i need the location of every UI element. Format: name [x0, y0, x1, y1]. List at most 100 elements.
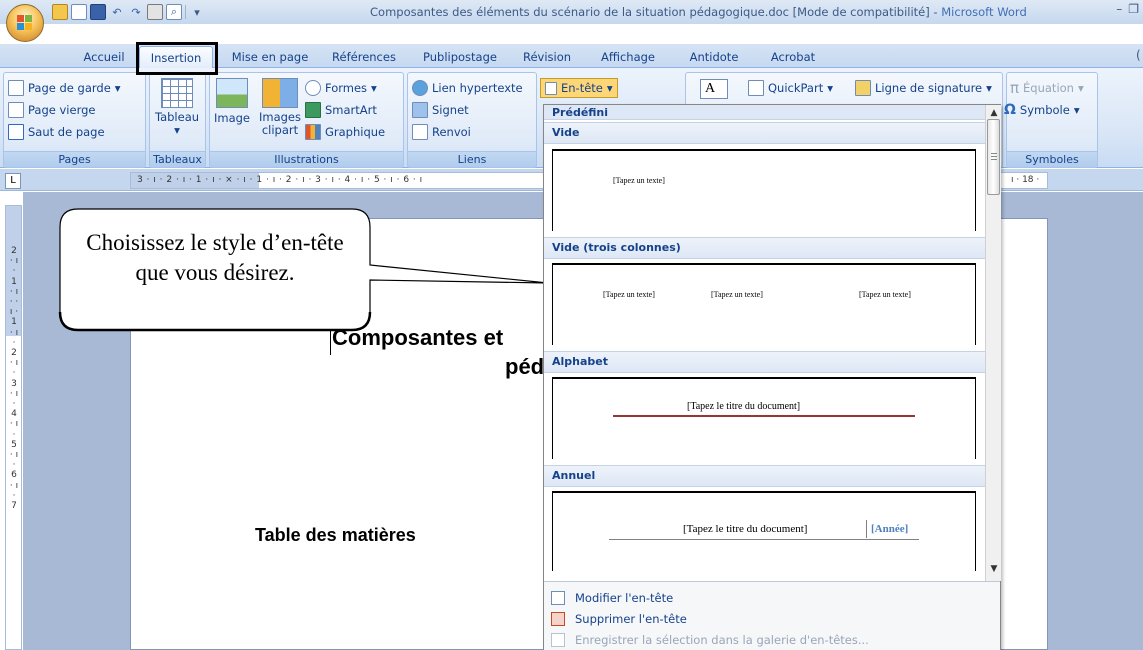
cross-reference-button[interactable]: Renvoi	[412, 122, 471, 142]
group-liens-label: Liens	[408, 151, 536, 167]
cover-page-button[interactable]: Page de garde ▾	[8, 78, 121, 98]
header-option-trois-colonnes[interactable]: [Tapez un texte] [Tapez un texte] [Tapez…	[552, 263, 976, 345]
gallery-scrollbar[interactable]: ▲ ▼	[985, 105, 1001, 581]
image-button[interactable]: Image	[212, 78, 252, 125]
alphabet-rule	[613, 415, 915, 417]
scroll-down-icon[interactable]: ▼	[988, 563, 1000, 575]
header-option-annuel[interactable]: [Tapez le titre du document] [Année]	[552, 491, 976, 571]
gallery-category-trois-colonnes: Vide (trois colonnes)	[544, 237, 985, 259]
tab-insertion[interactable]: Insertion	[139, 46, 213, 68]
window-title: Composantes des éléments du scénario de …	[370, 5, 1027, 19]
restore-icon[interactable]: ❐	[1128, 2, 1139, 16]
header-gallery-dropdown: Prédéfini Vide [Tapez un texte] Vide (tr…	[543, 104, 1001, 650]
gallery-category-annuel: Annuel	[544, 465, 985, 487]
scroll-up-icon[interactable]: ▲	[988, 107, 1000, 119]
bookmark-icon	[412, 102, 428, 118]
new-document-icon[interactable]	[71, 4, 87, 20]
blank-page-icon	[8, 102, 24, 118]
tab-antidote[interactable]: Antidote	[678, 46, 750, 68]
edit-header-menu-item[interactable]: Modifier l'en-tête	[544, 588, 1000, 608]
page-break-button[interactable]: Saut de page	[8, 122, 105, 142]
picture-icon	[216, 78, 248, 108]
gallery-menu: Modifier l'en-tête Supprimer l'en-tête E…	[544, 581, 1000, 650]
save-to-gallery-icon	[551, 633, 565, 647]
window-title-app: Microsoft Word	[941, 5, 1027, 19]
gallery-category-alphabet: Alphabet	[544, 351, 985, 373]
undo-icon[interactable]: ↶	[109, 4, 125, 20]
placeholder-title: [Tapez le titre du document]	[687, 401, 801, 412]
tab-mise-en-page[interactable]: Mise en page	[224, 46, 316, 68]
signature-line-button[interactable]: Ligne de signature ▾	[855, 78, 992, 98]
smartart-icon	[305, 102, 321, 118]
header-option-alphabet[interactable]: [Tapez le titre du document]	[552, 377, 976, 459]
placeholder-text-center: [Tapez un texte]	[711, 290, 763, 299]
textbox-icon[interactable]: A	[700, 79, 728, 99]
header-button[interactable]: En-tête ▾	[540, 78, 618, 98]
clipart-icon	[262, 78, 298, 108]
print-icon[interactable]	[147, 4, 163, 20]
save-selection-menu-item: Enregistrer la sélection dans la galerie…	[544, 630, 1000, 650]
tab-accueil[interactable]: Accueil	[70, 46, 138, 68]
customize-toolbar-icon[interactable]: ▾	[189, 4, 205, 20]
redo-icon[interactable]: ↷	[128, 4, 144, 20]
tab-references[interactable]: Références	[320, 46, 408, 68]
placeholder-year: [Année]	[871, 523, 909, 535]
tab-affichage[interactable]: Affichage	[590, 46, 666, 68]
hyperlink-button[interactable]: Lien hypertexte	[412, 78, 523, 98]
minimize-icon[interactable]: –	[1116, 2, 1122, 16]
tab-revision[interactable]: Révision	[512, 46, 582, 68]
bookmark-button[interactable]: Signet	[412, 100, 469, 120]
office-logo-icon	[17, 15, 33, 31]
placeholder-text-right: [Tapez un texte]	[859, 290, 911, 299]
table-icon	[161, 78, 193, 108]
symbol-button[interactable]: Ω Symbole ▾	[1004, 100, 1080, 120]
scroll-thumb[interactable]	[987, 119, 1000, 195]
vertical-ruler-ticks: 2 · ı · 1 · ı · · ı · 1 · ı · 2 · ı · 3 …	[9, 246, 19, 512]
signature-icon	[855, 80, 871, 96]
shapes-icon	[305, 80, 321, 96]
ruler-ticks: 3 · ı · 2 · ı · 1 · ı · ⨯ · ı · 1 · ı · …	[137, 175, 423, 185]
equation-button[interactable]: π Équation ▾	[1010, 78, 1084, 98]
quickpart-icon	[748, 80, 764, 96]
smartart-button[interactable]: SmartArt	[305, 100, 377, 120]
shapes-button[interactable]: Formes ▾	[305, 78, 377, 98]
save-icon[interactable]	[90, 4, 106, 20]
window-controls: – ❐	[1116, 2, 1139, 16]
chart-button[interactable]: Graphique	[305, 122, 385, 142]
placeholder-text-left: [Tapez un texte]	[603, 290, 655, 299]
callout-text: Choisissez le style d’en-tête que vous d…	[86, 230, 344, 285]
clipart-button[interactable]: Images clipart	[255, 78, 305, 137]
annuel-rule	[609, 539, 919, 540]
placeholder-text: [Tapez un texte]	[613, 176, 665, 185]
table-of-contents-heading: Table des matières	[255, 525, 416, 545]
tab-selector-button[interactable]: L	[5, 173, 21, 189]
table-button[interactable]: Tableau ▾	[151, 78, 203, 137]
document-title-line-1: Composantes et	[332, 325, 504, 350]
office-button[interactable]	[6, 4, 44, 42]
group-illustrations-label: Illustrations	[210, 151, 403, 167]
group-tableaux-label: Tableaux	[150, 151, 205, 167]
group-pages-label: Pages	[4, 151, 145, 167]
text-cursor	[330, 328, 331, 355]
pi-icon: π	[1010, 79, 1020, 97]
hyperlink-icon	[412, 80, 428, 96]
tab-acrobat[interactable]: Acrobat	[760, 46, 826, 68]
header-option-vide[interactable]: [Tapez un texte]	[552, 149, 976, 231]
header-icon	[545, 81, 557, 95]
ruler-right-ticks: ı · 18 ·	[1011, 175, 1040, 185]
blank-page-button[interactable]: Page vierge	[8, 100, 95, 120]
placeholder-title: [Tapez le titre du document]	[683, 523, 808, 535]
omega-icon: Ω	[1004, 102, 1016, 118]
vertical-ruler[interactable]: 2 · ı · 1 · ı · · ı · 1 · ı · 2 · ı · 3 …	[5, 205, 22, 650]
tab-publipostage[interactable]: Publipostage	[412, 46, 508, 68]
help-icon[interactable]: (	[1136, 48, 1141, 62]
open-folder-icon[interactable]	[52, 4, 68, 20]
quickpart-button[interactable]: QuickPart ▾	[748, 78, 833, 98]
annuel-divider	[866, 520, 867, 538]
window-title-document: Composantes des éléments du scénario de …	[370, 5, 942, 19]
page-break-icon	[8, 124, 24, 140]
print-preview-icon[interactable]: ⌕	[166, 4, 182, 20]
remove-header-menu-item[interactable]: Supprimer l'en-tête	[544, 609, 1000, 629]
toolbar-separator	[185, 5, 186, 19]
quick-access-toolbar: ↶ ↷ ⌕ ▾	[52, 3, 205, 21]
